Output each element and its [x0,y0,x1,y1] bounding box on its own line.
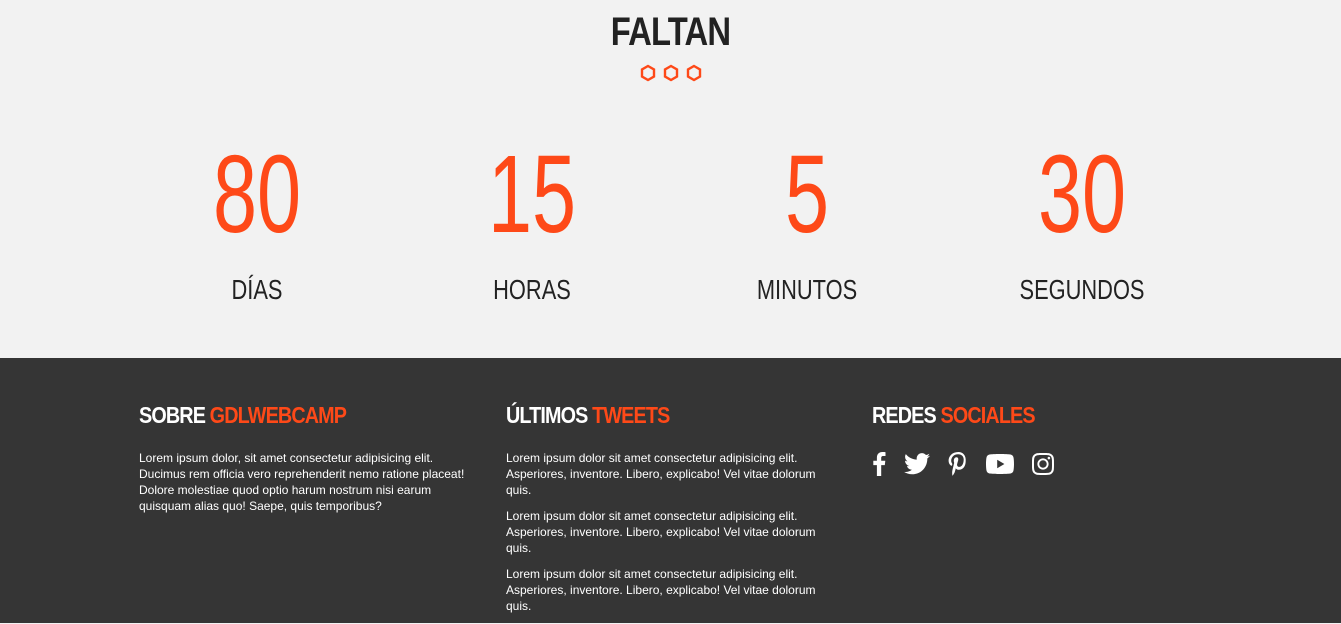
tweet-item: Lorem ipsum dolor sit amet consectetur a… [506,567,816,613]
counter-minutes: 5 MINUTOS [677,130,937,306]
counter-value: 15 [487,133,577,256]
tweet-list: Lorem ipsum dolor sit amet consectetur a… [506,450,841,614]
hexagon-icon [663,64,678,82]
heading-accent: SOCIALES [940,402,1035,428]
counter-hours: 15 HORAS [402,130,662,306]
twitter-icon[interactable] [904,453,930,475]
countdown-section: FALTAN 80 DÍAS 15 HORAS 5 MINUTOS 30 SEG… [0,0,1341,358]
youtube-icon[interactable] [986,454,1014,474]
counter-label: SEGUNDOS [1019,274,1145,305]
counter-value: 30 [1037,133,1127,256]
counter-seconds: 30 SEGUNDOS [952,130,1212,306]
counter-label: MINUTOS [756,274,858,305]
footer-tweets: ÚLTIMOS TWEETS Lorem ipsum dolor sit ame… [506,402,841,624]
counter-label: HORAS [493,274,571,305]
counter-value: 5 [784,133,830,256]
hexagon-divider [0,64,1341,82]
heading-accent: GDLWEBCAMP [209,402,347,428]
heading-accent: TWEETS [592,402,670,428]
tweets-heading: ÚLTIMOS TWEETS [506,402,794,430]
about-text: Lorem ipsum dolor, sit amet consectetur … [139,451,465,513]
facebook-icon[interactable] [872,452,886,476]
footer-social: REDES SOCIALES [872,402,1202,476]
counter-value: 80 [212,133,302,256]
social-links [872,452,1202,476]
tweet-item: Lorem ipsum dolor sit amet consectetur a… [506,451,816,497]
counter-label: DÍAS [231,274,283,305]
footer-about: SOBRE GDLWEBCAMP Lorem ipsum dolor, sit … [139,402,469,514]
hexagon-icon [686,64,701,82]
site-footer: SOBRE GDLWEBCAMP Lorem ipsum dolor, sit … [0,358,1341,623]
heading-main: REDES [872,402,941,428]
countdown-title: FALTAN [610,10,731,54]
instagram-icon[interactable] [1032,453,1054,475]
social-heading: REDES SOCIALES [872,402,1156,430]
pinterest-icon[interactable] [948,452,968,476]
tweet-item: Lorem ipsum dolor sit amet consectetur a… [506,509,816,555]
heading-main: ÚLTIMOS [506,402,593,428]
about-heading: SOBRE GDLWEBCAMP [139,402,423,430]
hexagon-icon [640,64,655,82]
counter-days: 80 DÍAS [127,130,387,306]
heading-main: SOBRE [139,402,210,428]
